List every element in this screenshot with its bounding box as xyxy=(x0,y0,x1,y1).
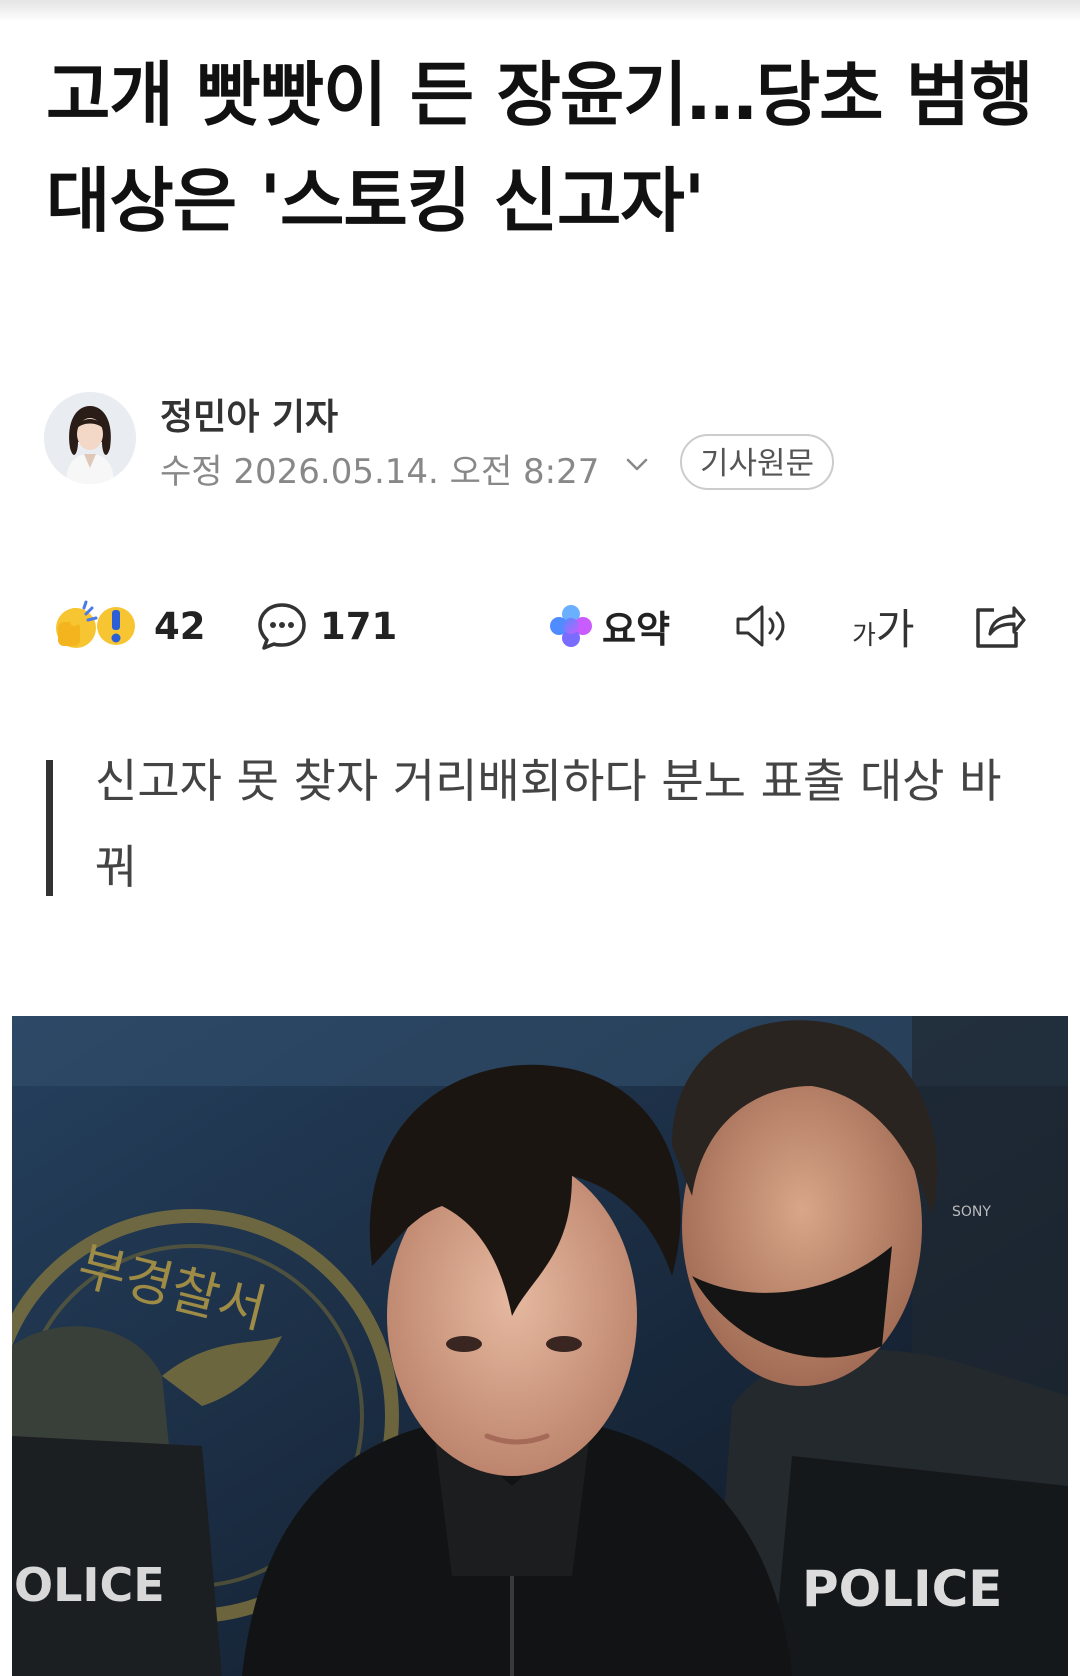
chevron-down-icon[interactable] xyxy=(622,450,652,480)
font-size-large-glyph: 가 xyxy=(875,604,915,654)
camera-brand: SONY xyxy=(952,1204,991,1220)
original-article-button[interactable]: 기사원문 xyxy=(680,434,835,490)
article-subheading: 신고자 못 찾자 거리배회하다 분노 표출 대상 바꿔 xyxy=(46,754,1026,896)
share-button[interactable] xyxy=(972,586,1026,666)
vest-left-text: OLICE xyxy=(14,1558,165,1612)
vest-right-text: POLICE xyxy=(802,1560,1002,1618)
summary-button[interactable]: 요약 xyxy=(546,586,670,666)
reaction-emoji-icon xyxy=(56,600,135,648)
top-shadow xyxy=(0,0,1080,22)
article-image: 부경찰서 OLICE POLICE SONY xyxy=(12,1016,1068,1676)
byline: 정민아 기자 수정 2026.05.14. 오전 8:27 기사원문 xyxy=(44,392,1044,492)
summary-label: 요약 xyxy=(602,608,671,651)
comment-bubble-icon xyxy=(258,603,306,650)
share-icon xyxy=(976,606,1026,648)
comment-count: 171 xyxy=(320,604,398,648)
article-photo[interactable]: 부경찰서 OLICE POLICE SONY xyxy=(12,1016,1068,1676)
article-dateline: 수정 2026.05.14. 오전 8:27 xyxy=(160,444,599,493)
article-headline: 고개 빳빳이 든 장윤기…당초 범행 대상은 '스토킹 신고자' xyxy=(46,54,1034,242)
font-size-button[interactable]: 가 가 xyxy=(852,586,915,666)
comment-button[interactable]: 171 xyxy=(256,586,397,666)
reporter-name[interactable]: 정민아 기자 xyxy=(160,388,338,440)
subheading-text: 신고자 못 찾자 거리배회하다 분노 표출 대상 바꿔 xyxy=(95,754,1002,894)
read-aloud-button[interactable] xyxy=(734,586,792,666)
ai-summary-icon xyxy=(550,605,592,647)
article-toolbar: 42 171 요약 가 가 xyxy=(0,586,1080,666)
reaction-count: 42 xyxy=(154,604,206,648)
font-size-small-glyph: 가 xyxy=(852,620,876,651)
date-label: 수정 xyxy=(160,452,223,492)
speaker-icon xyxy=(736,605,785,647)
reporter-avatar[interactable] xyxy=(44,392,136,484)
reaction-button[interactable]: 42 xyxy=(50,586,206,666)
reporter-photo xyxy=(44,392,136,484)
article-datetime: 2026.05.14. 오전 8:27 xyxy=(233,452,600,492)
